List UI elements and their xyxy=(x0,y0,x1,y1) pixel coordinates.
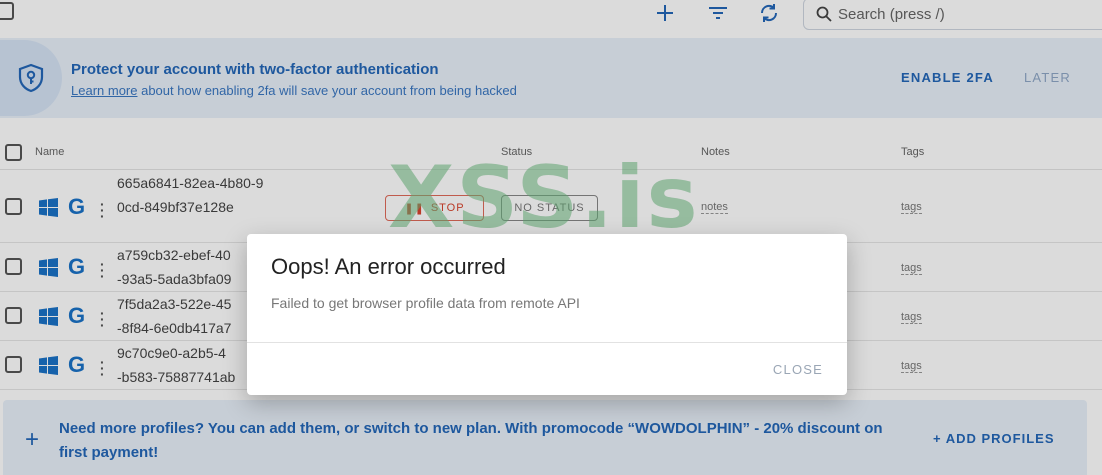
dialog-message: Failed to get browser profile data from … xyxy=(271,295,580,311)
profiles-page: Protect your account with two-factor aut… xyxy=(0,0,1102,475)
dialog-divider xyxy=(247,342,847,343)
close-button[interactable]: CLOSE xyxy=(773,362,823,377)
dialog-title: Oops! An error occurred xyxy=(271,254,506,279)
error-dialog: Oops! An error occurred Failed to get br… xyxy=(247,234,847,395)
